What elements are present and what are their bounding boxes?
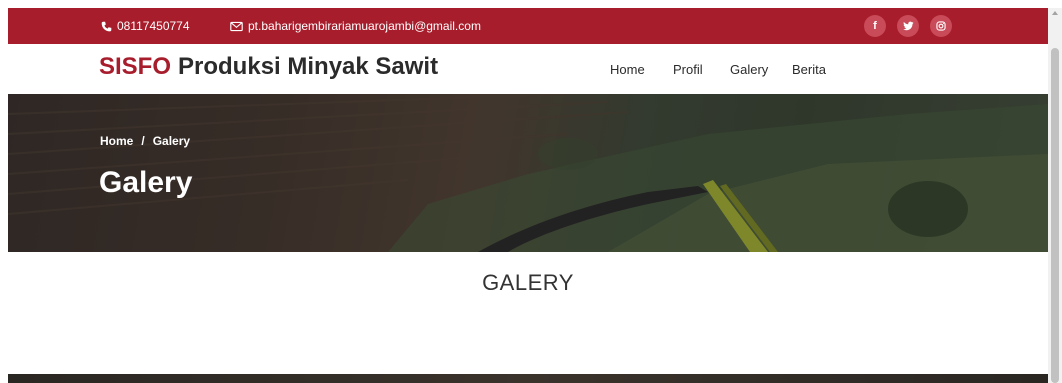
site-brand[interactable]: SISFO Produksi Minyak Sawit [99,53,438,81]
nav-item-profil[interactable]: Profil [673,62,703,77]
twitter-icon[interactable] [897,15,919,37]
page-title: Galery [99,166,193,199]
instagram-icon[interactable] [930,15,952,37]
breadcrumb-separator: / [141,134,145,148]
footer-edge [8,374,1048,383]
main-navbar: SISFO Produksi Minyak Sawit Home Profil G… [8,44,1048,95]
breadcrumb-home-link[interactable]: Home [100,134,133,148]
breadcrumb: Home / Galery [100,134,190,148]
section-heading: GALERY [482,270,574,295]
brand-accent-text: SISFO [99,53,172,80]
envelope-icon [230,21,243,31]
instagram-glyph [936,21,946,31]
facebook-icon[interactable]: f [864,15,886,37]
nav-item-home[interactable]: Home [610,62,645,77]
brand-name-text: Produksi Minyak Sawit [178,53,439,80]
twitter-bird-glyph [902,21,914,31]
scrollbar-thumb[interactable] [1051,48,1059,383]
email-contact[interactable]: pt.baharigembirariamuarojambi@gmail.com [230,8,481,44]
scroll-up-arrow-icon[interactable] [1052,11,1058,15]
email-address: pt.baharigembirariamuarojambi@gmail.com [248,19,481,33]
browser-viewport: 08117450774 pt.baharigembirariamuarojamb… [8,8,1048,383]
phone-icon [101,21,112,31]
phone-number: 08117450774 [117,19,190,33]
nav-item-berita[interactable]: Berita [792,62,826,77]
top-contact-bar: 08117450774 pt.baharigembirariamuarojamb… [8,8,1048,44]
nav-item-galery[interactable]: Galery [730,62,768,77]
breadcrumb-current: Galery [152,134,191,148]
page-hero-banner: Home / Galery Galery [8,94,1048,252]
vertical-scrollbar[interactable] [1048,8,1062,383]
phone-contact[interactable]: 08117450774 [101,8,190,44]
